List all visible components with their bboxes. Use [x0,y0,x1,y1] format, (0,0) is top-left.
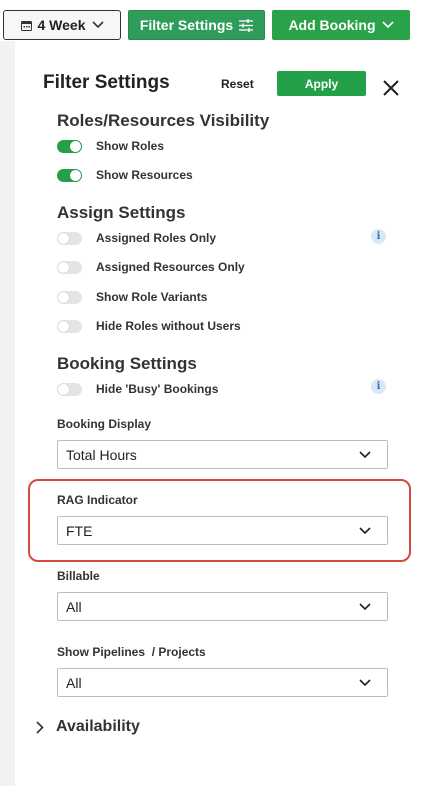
hide-roles-label: Hide Roles without Users [96,319,241,333]
toggle-row-role-variants: Show Role Variants [57,290,207,304]
hide-busy-toggle[interactable] [57,382,82,396]
hide-roles-toggle[interactable] [57,319,82,333]
show-resources-toggle[interactable] [57,168,82,182]
availability-expander[interactable]: Availability [36,718,140,736]
rag-indicator-select[interactable]: FTE [57,516,388,545]
booking-section-title: Booking Settings [57,354,197,373]
rag-indicator-value: FTE [66,522,93,539]
booking-display-label: Booking Display [57,417,152,431]
chevron-down-icon [91,21,104,29]
toggle-row-show-roles: Show Roles [57,139,164,153]
assigned-roles-label: Assigned Roles Only [96,231,217,245]
add-booking-label: Add Booking [288,17,376,33]
chevron-right-icon [36,720,44,734]
filter-settings-button[interactable]: Filter Settings [128,10,265,40]
show-roles-label: Show Roles [96,139,165,153]
assigned-resources-label: Assigned Resources Only [96,260,245,274]
chevron-down-icon [359,450,371,458]
booking-display-select[interactable]: Total Hours [57,440,388,469]
close-icon [383,80,399,96]
week-range-dropdown[interactable]: 4 Week [3,10,121,40]
show-resources-label: Show Resources [96,168,193,182]
filter-settings-label: Filter Settings [139,17,234,33]
pipelines-value: All [66,674,82,691]
week-range-label: 4 Week [37,17,86,33]
chevron-down-icon [359,602,371,610]
toggle-row-show-resources: Show Resources [57,168,193,182]
calendar-icon [20,20,32,31]
chevron-down-icon [381,21,394,29]
sliders-icon [239,18,254,32]
billable-select[interactable]: All [57,592,388,621]
reset-button[interactable]: Reset [221,77,254,91]
billable-label: Billable [57,569,100,583]
booking-display-value: Total Hours [66,446,137,463]
hide-busy-label: Hide 'Busy' Bookings [96,382,219,396]
rag-indicator-label: RAG Indicator [57,493,138,507]
chevron-down-icon [359,678,371,686]
show-roles-toggle[interactable] [57,139,82,153]
assigned-roles-toggle[interactable] [57,231,82,245]
toggle-row-hide-roles: Hide Roles without Users [57,319,241,333]
left-gutter [0,41,15,786]
availability-label: Availability [56,718,140,735]
toggle-row-hide-busy: Hide 'Busy' Bookings [57,382,218,396]
chevron-down-icon [359,526,371,534]
billable-value: All [66,598,82,615]
pipelines-label: Show Pipelines / Projects [57,645,206,659]
visibility-section-title: Roles/Resources Visibility [57,111,270,130]
apply-button[interactable]: Apply [277,71,366,96]
role-variants-label: Show Role Variants [96,290,208,304]
info-icon[interactable]: i [371,379,386,394]
close-button[interactable] [381,78,401,98]
role-variants-toggle[interactable] [57,290,82,304]
top-toolbar: 4 Week Filter Settings Add Booking [3,10,410,40]
toggle-row-assigned-roles: Assigned Roles Only [57,231,216,245]
info-icon[interactable]: i [371,229,386,244]
panel-title: Filter Settings [43,72,170,93]
toggle-row-assigned-resources: Assigned Resources Only [57,260,245,274]
assign-section-title: Assign Settings [57,203,186,222]
assigned-resources-toggle[interactable] [57,260,82,274]
pipelines-select[interactable]: All [57,668,388,697]
add-booking-button[interactable]: Add Booking [272,10,410,40]
